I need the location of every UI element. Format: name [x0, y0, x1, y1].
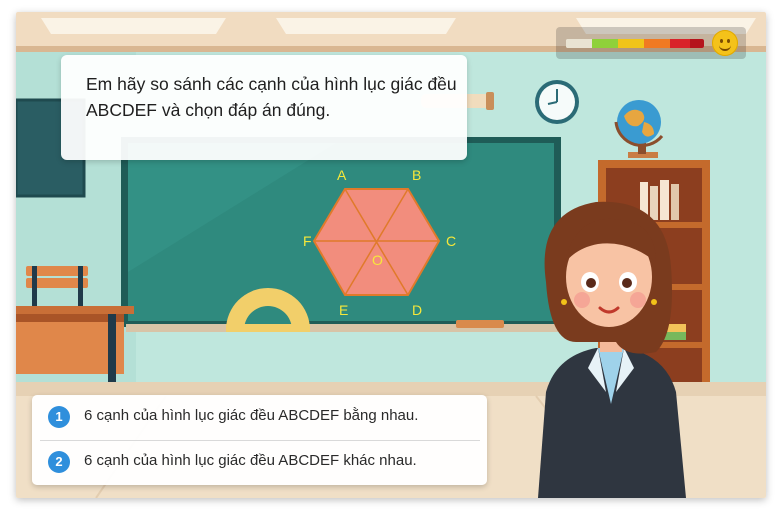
- vertex-label-d: D: [412, 302, 422, 318]
- vertex-label-f: F: [303, 233, 312, 249]
- answer-option-1[interactable]: 1 6 cạnh của hình lục giác đều ABCDEF bằ…: [32, 395, 487, 440]
- mood-meter-bar: [566, 39, 704, 48]
- option-text: 6 cạnh của hình lục giác đều ABCDEF khác…: [84, 452, 417, 469]
- meter-segment: [592, 39, 618, 48]
- center-label-o: O: [372, 252, 383, 268]
- vertex-label-c: C: [446, 233, 456, 249]
- answer-option-2[interactable]: 2 6 cạnh của hình lục giác đều ABCDEF kh…: [32, 440, 487, 485]
- game-frame: A B C D E F O Em hãy so sánh các cạnh củ…: [16, 12, 766, 498]
- option-number-badge: 1: [48, 406, 70, 428]
- smiley-face-icon: [712, 30, 738, 56]
- vertex-label-a: A: [337, 167, 347, 183]
- question-bubble: Em hãy so sánh các cạnh của hình lục giá…: [61, 55, 467, 160]
- option-text: 6 cạnh của hình lục giác đều ABCDEF bằng…: [84, 407, 419, 424]
- question-text: Em hãy so sánh các cạnh của hình lục giá…: [86, 74, 457, 120]
- meter-segment: [670, 39, 690, 48]
- meter-segment: [618, 39, 644, 48]
- meter-segment: [690, 39, 704, 48]
- mood-meter-panel: [556, 27, 746, 59]
- meter-segment: [644, 39, 670, 48]
- option-number-badge: 2: [48, 451, 70, 473]
- answer-options-panel: 1 6 cạnh của hình lục giác đều ABCDEF bằ…: [32, 395, 487, 485]
- vertex-label-b: B: [412, 167, 421, 183]
- vertex-label-e: E: [339, 302, 348, 318]
- meter-segment: [566, 39, 592, 48]
